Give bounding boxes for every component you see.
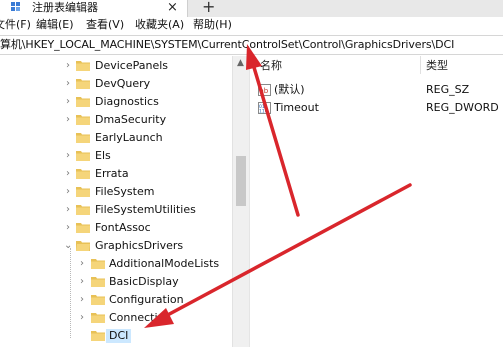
expand-icon[interactable]: ›: [66, 78, 74, 89]
menu-file[interactable]: 文件(F): [0, 18, 31, 32]
values-pane[interactable]: 名称 类型 ab (默认) REG_SZ 011 110 Timeout REG…: [254, 56, 503, 347]
expand-icon[interactable]: ›: [66, 60, 74, 71]
folder-icon: [76, 79, 90, 89]
folder-icon: [76, 61, 90, 71]
key-tree[interactable]: › DevicePanels › DevQuery › Diagnostics …: [0, 56, 232, 347]
menu-edit[interactable]: 编辑(E): [36, 18, 74, 32]
tree-item[interactable]: › Errata: [0, 166, 232, 184]
tree-item[interactable]: › BasicDisplay: [0, 274, 232, 292]
address-path[interactable]: 算机\HKEY_LOCAL_MACHINE\SYSTEM\CurrentCont…: [0, 38, 454, 52]
expand-icon[interactable]: ›: [80, 258, 88, 269]
tree-item[interactable]: › Connecti: [0, 310, 232, 328]
value-name: Timeout: [274, 101, 319, 114]
tree-scrollbar[interactable]: ▲: [232, 56, 250, 347]
folder-icon: [91, 331, 105, 341]
tree-item-label: DevicePanels: [95, 59, 169, 72]
value-name: (默认): [274, 83, 305, 96]
tree-item[interactable]: › Configuration: [0, 292, 232, 310]
folder-icon: [76, 97, 90, 107]
string-value-icon: ab: [258, 84, 271, 96]
expand-icon[interactable]: ›: [66, 204, 74, 215]
column-header-type[interactable]: 类型: [426, 59, 448, 73]
scroll-up-icon[interactable]: ▲: [237, 58, 244, 68]
value-row[interactable]: 011 110 Timeout REG_DWORD: [254, 100, 503, 118]
open-folder-icon: [76, 241, 90, 251]
tree-item[interactable]: › DmaSecurity: [0, 112, 232, 130]
column-header-name[interactable]: 名称: [260, 59, 282, 73]
column-divider[interactable]: [420, 56, 421, 74]
tree-item-graphicsdrivers[interactable]: ⌄ GraphicsDrivers: [0, 238, 232, 256]
folder-icon: [91, 313, 105, 323]
tree-item[interactable]: › Diagnostics: [0, 94, 232, 112]
value-type: REG_SZ: [426, 83, 470, 96]
menu-help[interactable]: 帮助(H): [193, 18, 232, 32]
registry-editor-icon: [11, 2, 20, 11]
tree-item-label: DmaSecurity: [95, 113, 167, 126]
tree-item-label: DCI: [106, 329, 132, 343]
scroll-thumb[interactable]: [236, 156, 246, 206]
value-row[interactable]: ab (默认) REG_SZ: [254, 82, 503, 100]
value-type: REG_DWORD: [426, 101, 499, 114]
tree-item[interactable]: › FontAssoc: [0, 220, 232, 238]
folder-icon: [76, 223, 90, 233]
tree-item-label: GraphicsDrivers: [95, 239, 184, 252]
folder-icon: [91, 259, 105, 269]
folder-icon: [76, 151, 90, 161]
tree-item[interactable]: › DevQuery: [0, 76, 232, 94]
menu-view[interactable]: 查看(V): [86, 18, 124, 32]
tree-item-label: FileSystem: [95, 185, 155, 198]
tree-item-label: Els: [95, 149, 111, 162]
folder-icon: [76, 115, 90, 125]
tree-item[interactable]: › Els: [0, 148, 232, 166]
expand-icon[interactable]: ›: [66, 114, 74, 125]
new-tab-button[interactable]: +: [202, 0, 215, 16]
tree-item[interactable]: › AdditionalModeLists: [0, 256, 232, 274]
address-bar[interactable]: 算机\HKEY_LOCAL_MACHINE\SYSTEM\CurrentCont…: [0, 35, 503, 55]
tree-item-label: Errata: [95, 167, 129, 180]
title-bar: 注册表编辑器 × +: [0, 0, 503, 17]
collapse-icon[interactable]: ⌄: [64, 240, 72, 251]
folder-icon: [91, 295, 105, 305]
tree-item[interactable]: › FileSystemUtilities: [0, 202, 232, 220]
tree-item-label: Configuration: [109, 293, 184, 306]
tree-item[interactable]: EarlyLaunch: [0, 130, 232, 148]
tree-item-label: AdditionalModeLists: [109, 257, 220, 270]
expand-icon[interactable]: ›: [66, 168, 74, 179]
expand-icon[interactable]: ›: [66, 150, 74, 161]
expand-icon[interactable]: ›: [80, 294, 88, 305]
tree-item-label: FileSystemUtilities: [95, 203, 196, 216]
svg-text:ab: ab: [260, 87, 269, 95]
tree-item-label: Diagnostics: [95, 95, 159, 108]
dword-value-icon: 011 110: [258, 102, 271, 114]
expand-icon[interactable]: ›: [80, 312, 88, 323]
folder-icon: [91, 277, 105, 287]
tree-item-label: FontAssoc: [95, 221, 151, 234]
tree-item-label: Connecti: [109, 311, 158, 324]
folder-icon: [76, 133, 90, 143]
svg-text:110: 110: [259, 109, 268, 115]
tree-item[interactable]: › DevicePanels: [0, 58, 232, 76]
tree-item[interactable]: › FileSystem: [0, 184, 232, 202]
tree-item-dci-selected[interactable]: DCI: [0, 328, 232, 346]
folder-icon: [76, 169, 90, 179]
tree-item-label: DevQuery: [95, 77, 151, 90]
expand-icon[interactable]: ›: [80, 276, 88, 287]
close-tab-button[interactable]: ×: [167, 0, 178, 15]
folder-icon: [76, 187, 90, 197]
tree-item-label: BasicDisplay: [109, 275, 179, 288]
menu-bar: 文件(F) 编辑(E) 查看(V) 收藏夹(A) 帮助(H): [0, 17, 503, 34]
expand-icon[interactable]: ›: [66, 222, 74, 233]
menu-favorites[interactable]: 收藏夹(A): [135, 18, 184, 32]
window-title: 注册表编辑器: [32, 1, 98, 14]
expand-icon[interactable]: ›: [66, 186, 74, 197]
expand-icon[interactable]: ›: [66, 96, 74, 107]
folder-icon: [76, 205, 90, 215]
window-tab[interactable]: 注册表编辑器 ×: [0, 0, 188, 17]
tree-item-label: EarlyLaunch: [95, 131, 163, 144]
